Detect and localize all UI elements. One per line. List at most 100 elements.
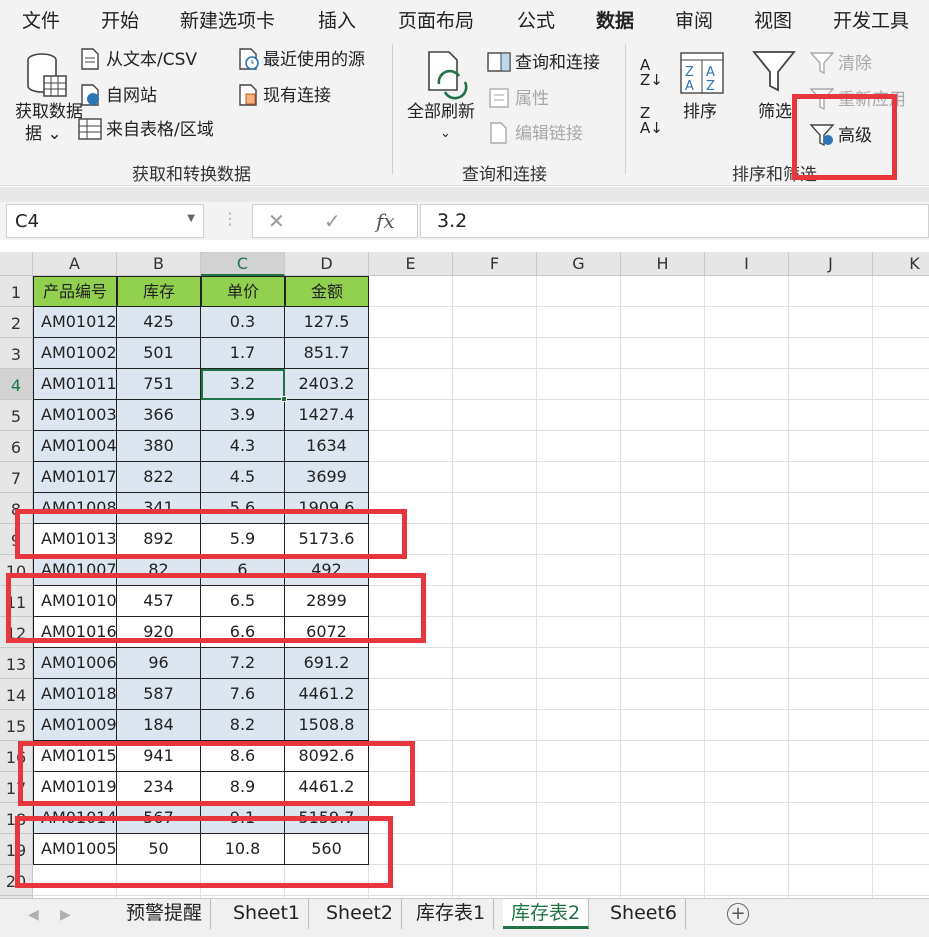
tab-formulas[interactable]: 公式: [517, 6, 555, 33]
cell[interactable]: [369, 648, 453, 679]
cell[interactable]: [453, 679, 537, 710]
row-header-17[interactable]: 17: [0, 772, 33, 803]
table-cell[interactable]: 501: [117, 338, 201, 369]
cell[interactable]: [369, 617, 453, 648]
table-cell[interactable]: 560: [285, 834, 369, 865]
cell[interactable]: [789, 741, 873, 772]
product-id-cell[interactable]: AM01018: [33, 679, 117, 710]
cancel-icon[interactable]: ✕: [268, 209, 285, 233]
insert-function-icon[interactable]: fx: [376, 209, 395, 233]
table-cell[interactable]: 50: [117, 834, 201, 865]
row-header-4[interactable]: 4: [0, 369, 33, 400]
cell[interactable]: [705, 307, 789, 338]
column-header-k[interactable]: K: [873, 252, 929, 276]
table-cell[interactable]: 5.9: [201, 524, 285, 555]
cell[interactable]: [789, 803, 873, 834]
cell[interactable]: [705, 400, 789, 431]
table-cell[interactable]: 941: [117, 741, 201, 772]
table-cell[interactable]: 1508.8: [285, 710, 369, 741]
queries-connections-button[interactable]: 查询和连接: [515, 53, 600, 73]
tab-home[interactable]: 开始: [101, 6, 139, 33]
column-header-a[interactable]: A: [33, 252, 117, 276]
sheet-tab[interactable]: 预警提醒: [118, 899, 212, 929]
cell[interactable]: [453, 834, 537, 865]
tab-view[interactable]: 视图: [754, 6, 792, 33]
table-cell[interactable]: 920: [117, 617, 201, 648]
table-cell[interactable]: 2403.2: [285, 369, 369, 400]
cell[interactable]: [453, 462, 537, 493]
cell[interactable]: [621, 307, 705, 338]
cell[interactable]: [285, 865, 369, 896]
table-cell[interactable]: 1909.6: [285, 493, 369, 524]
cell[interactable]: [621, 431, 705, 462]
cell[interactable]: [453, 431, 537, 462]
table-cell[interactable]: 5173.6: [285, 524, 369, 555]
cell[interactable]: [201, 865, 285, 896]
table-cell[interactable]: 1427.4: [285, 400, 369, 431]
cell[interactable]: [789, 586, 873, 617]
cell[interactable]: [621, 803, 705, 834]
table-cell[interactable]: 3699: [285, 462, 369, 493]
advanced-button[interactable]: 高级: [838, 126, 872, 146]
cell[interactable]: [537, 400, 621, 431]
cell[interactable]: [369, 493, 453, 524]
properties-button[interactable]: 属性: [515, 89, 549, 109]
row-header-5[interactable]: 5: [0, 400, 33, 431]
name-box[interactable]: C4 ▼: [6, 204, 204, 238]
cell[interactable]: [789, 338, 873, 369]
cell[interactable]: [705, 834, 789, 865]
table-cell[interactable]: 341: [117, 493, 201, 524]
cell[interactable]: [453, 524, 537, 555]
recent-sources-button[interactable]: 最近使用的源: [263, 50, 365, 70]
row-header-14[interactable]: 14: [0, 679, 33, 710]
table-header-cell[interactable]: 单价: [201, 276, 285, 307]
column-header-i[interactable]: I: [705, 252, 789, 276]
cell[interactable]: [873, 617, 929, 648]
table-cell[interactable]: 96: [117, 648, 201, 679]
cell[interactable]: [621, 369, 705, 400]
cell[interactable]: [369, 679, 453, 710]
product-id-cell[interactable]: AM01011: [33, 369, 117, 400]
cell[interactable]: [705, 772, 789, 803]
cell[interactable]: [705, 710, 789, 741]
table-cell[interactable]: 6.5: [201, 586, 285, 617]
cell[interactable]: [621, 679, 705, 710]
sheet-tab[interactable]: Sheet6: [602, 899, 687, 929]
cell[interactable]: [621, 648, 705, 679]
row-header-3[interactable]: 3: [0, 338, 33, 369]
cell[interactable]: [873, 462, 929, 493]
cell[interactable]: [789, 493, 873, 524]
cell[interactable]: [873, 741, 929, 772]
table-cell[interactable]: 10.8: [201, 834, 285, 865]
table-cell[interactable]: 892: [117, 524, 201, 555]
sort-descending-button[interactable]: Z A↓: [640, 106, 663, 136]
column-header-c[interactable]: C: [201, 252, 285, 276]
row-header-18[interactable]: 18: [0, 803, 33, 834]
product-id-cell[interactable]: AM01016: [33, 617, 117, 648]
cell[interactable]: [705, 555, 789, 586]
product-id-cell[interactable]: AM01002: [33, 338, 117, 369]
sheet-tab[interactable]: Sheet2: [318, 899, 403, 929]
cell[interactable]: [789, 462, 873, 493]
table-header-cell[interactable]: 产品编号: [33, 276, 117, 307]
table-cell[interactable]: 7.2: [201, 648, 285, 679]
existing-connections-button[interactable]: 现有连接: [263, 86, 331, 106]
cell[interactable]: [705, 338, 789, 369]
column-header-b[interactable]: B: [117, 252, 201, 276]
table-cell[interactable]: 1634: [285, 431, 369, 462]
cell[interactable]: [789, 834, 873, 865]
cell[interactable]: [453, 555, 537, 586]
cell[interactable]: [621, 834, 705, 865]
product-id-cell[interactable]: AM01003: [33, 400, 117, 431]
table-cell[interactable]: 3.9: [201, 400, 285, 431]
cell[interactable]: [369, 710, 453, 741]
row-header-13[interactable]: 13: [0, 648, 33, 679]
table-cell[interactable]: 5.6: [201, 493, 285, 524]
cell[interactable]: [453, 741, 537, 772]
table-cell[interactable]: 8.6: [201, 741, 285, 772]
cell[interactable]: [873, 493, 929, 524]
table-header-cell[interactable]: 库存: [117, 276, 201, 307]
table-cell[interactable]: 6072: [285, 617, 369, 648]
cell[interactable]: [369, 772, 453, 803]
cell[interactable]: [873, 431, 929, 462]
